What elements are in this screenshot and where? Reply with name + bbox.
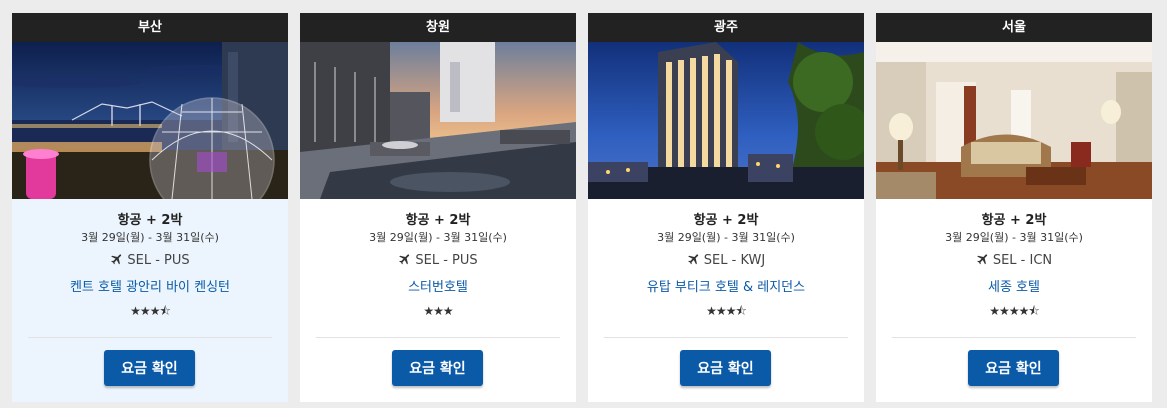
card-city-title: 서울 bbox=[876, 13, 1152, 42]
flight-route: SEL - ICN bbox=[876, 252, 1152, 270]
card-city-title: 광주 bbox=[588, 13, 864, 42]
route-text: SEL - PUS bbox=[127, 253, 190, 268]
travel-dates: 3월 29일(월) - 3월 31일(수) bbox=[81, 231, 219, 244]
flight-route: SEL - PUS bbox=[300, 252, 576, 270]
divider bbox=[604, 337, 848, 338]
rooftop-pool-sunset-photo[interactable] bbox=[300, 42, 576, 199]
star-rating: ★★★⯪ bbox=[130, 304, 171, 318]
route-text: SEL - PUS bbox=[415, 253, 478, 268]
deal-card-gwangju[interactable]: 광주 항공 + 2박 3월 29일(월) - 3월 31일(수) SEL - K… bbox=[588, 13, 864, 402]
package-label: 항공 + 2박 bbox=[117, 213, 183, 228]
hotel-suite-interior-photo[interactable] bbox=[876, 42, 1152, 199]
star-rating: ★★★⯪ bbox=[706, 304, 747, 318]
package-label: 항공 + 2박 bbox=[981, 213, 1047, 228]
travel-dates: 3월 29일(월) - 3월 31일(수) bbox=[369, 231, 507, 244]
divider bbox=[316, 337, 560, 338]
check-price-button[interactable]: 요금 확인 bbox=[680, 350, 771, 386]
airplane-icon bbox=[111, 254, 122, 265]
route-text: SEL - KWJ bbox=[703, 253, 766, 268]
package-label: 항공 + 2박 bbox=[405, 213, 471, 228]
deal-card-seoul[interactable]: 서울 항공 + 2박 3월 29일(월) - 3월 31일(수) SEL - I… bbox=[876, 13, 1152, 402]
divider bbox=[28, 337, 272, 338]
flight-route: SEL - PUS bbox=[12, 252, 288, 270]
deal-card-changwon[interactable]: 창원 항공 + 2박 3월 29일(월) - 3월 31일(수) SEL - P… bbox=[300, 13, 576, 402]
hotel-name-link[interactable]: 스터번호텔 bbox=[300, 279, 576, 297]
airplane-icon bbox=[977, 254, 988, 265]
check-price-button[interactable]: 요금 확인 bbox=[968, 350, 1059, 386]
deal-card-busan[interactable]: 부산 항공 + 2박 3월 29일(월) - 3월 31일(수) SEL - P… bbox=[12, 13, 288, 402]
card-city-title: 부산 bbox=[12, 13, 288, 42]
hotel-name-link[interactable]: 세종 호텔 bbox=[876, 279, 1152, 297]
glass-dome-night-city-photo[interactable] bbox=[12, 42, 288, 199]
airplane-icon bbox=[688, 254, 698, 265]
star-rating: ★★★★⯪ bbox=[989, 304, 1039, 318]
card-city-title: 창원 bbox=[300, 13, 576, 42]
airplane-icon bbox=[399, 254, 410, 265]
star-rating: ★★★ bbox=[423, 304, 453, 318]
divider bbox=[892, 337, 1136, 338]
tower-hotel-night-photo[interactable] bbox=[588, 42, 864, 199]
check-price-button[interactable]: 요금 확인 bbox=[104, 350, 195, 386]
hotel-name-link[interactable]: 유탑 부티크 호텔 & 레지던스 bbox=[588, 279, 864, 297]
travel-dates: 3월 29일(월) - 3월 31일(수) bbox=[945, 231, 1083, 244]
travel-dates: 3월 29일(월) - 3월 31일(수) bbox=[657, 231, 795, 244]
flight-route: SEL - KWJ bbox=[588, 252, 864, 270]
hotel-name-link[interactable]: 켄트 호텔 광안리 바이 켄싱턴 bbox=[12, 279, 288, 297]
check-price-button[interactable]: 요금 확인 bbox=[392, 350, 483, 386]
route-text: SEL - ICN bbox=[992, 253, 1053, 268]
package-label: 항공 + 2박 bbox=[693, 213, 759, 228]
